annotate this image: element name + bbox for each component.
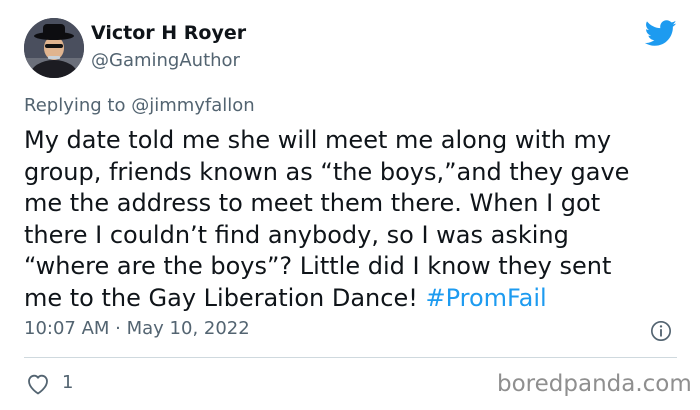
like-count: 1 (62, 372, 74, 393)
tweet-text: My date told me she will meet me along w… (24, 125, 684, 314)
tweet-line: “where are the boys”? Little did I know … (24, 252, 612, 280)
author-handle[interactable]: @GamingAuthor (91, 50, 240, 71)
reply-mention-link[interactable]: @jimmyfallon (131, 95, 255, 116)
tweet-line: me the address to meet them there. When … (24, 189, 601, 217)
replying-to: Replying to @jimmyfallon (24, 95, 255, 116)
tweet-line: group, friends known as “the boys,”and t… (24, 157, 630, 186)
info-icon[interactable] (650, 320, 672, 342)
tweet-timestamp[interactable]: 10:07 AM · May 10, 2022 (24, 318, 250, 339)
avatar-image (24, 18, 84, 78)
source-watermark: boredpanda.com (497, 371, 692, 397)
avatar[interactable] (24, 18, 84, 78)
author-name[interactable]: Victor H Royer (91, 22, 246, 44)
tweet-line-last: me to the Gay Liberation Dance! #PromFai… (24, 283, 684, 315)
heart-icon[interactable] (26, 373, 50, 395)
twitter-bird-icon[interactable] (645, 20, 677, 47)
divider (24, 357, 677, 358)
hashtag-link[interactable]: #PromFail (425, 284, 546, 312)
replying-prefix: Replying to (24, 95, 132, 116)
tweet-line-text: me to the Gay Liberation Dance! (24, 283, 426, 312)
tweet-line: My date told me she will meet me along w… (24, 126, 612, 154)
tweet-line: there I couldn’t find anybody, so I was … (24, 220, 569, 249)
